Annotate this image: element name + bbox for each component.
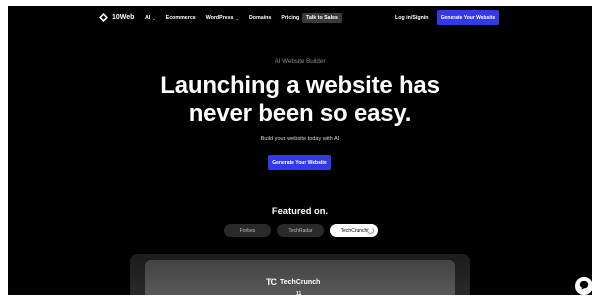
techcrunch-logo-text: TechCrunch [280,278,321,286]
techcrunch-logo: TC TechCrunch [266,277,320,287]
brand-name: 10Web [112,14,135,21]
techcrunch-logo-icon: TC [266,277,277,287]
tab-techcrunch[interactable]: TechCrunch [330,224,378,237]
nav-generate-website-button[interactable]: Generate Your Website [437,10,499,25]
hero-title-line-1: Launching a website has [160,72,440,99]
hero-title-line-2: never been so easy. [188,100,412,127]
hero-eyebrow: AI Website Builder [274,58,326,65]
page-frame: 10Web AI ⌄ Ecommerce WordPress ⌄ Domains… [8,6,592,295]
nav-item-ai[interactable]: AI ⌄ [145,15,156,21]
brand-logo[interactable]: 10Web [99,13,134,22]
hero-description: Build your website today with AI [260,136,340,142]
talk-to-sales-button[interactable]: Talk to Sales [302,13,342,23]
hero-generate-website-button[interactable]: Generate Your Website [268,155,331,170]
featured-card-number: 11 [296,291,302,295]
chevron-down-icon: ⌄ [235,15,239,21]
nav-item-label: AI [145,15,151,21]
nav-item-pricing[interactable]: Pricing [281,15,299,21]
spinner-icon [367,227,374,234]
tab-techradar[interactable]: TechRadar [277,224,324,237]
login-link[interactable]: Log in/Signin [395,15,429,21]
featured-tabs: Forbes TechRadar TechCrunch [224,224,378,237]
nav-item-ecommerce[interactable]: Ecommerce [166,15,196,21]
top-navigation: 10Web AI ⌄ Ecommerce WordPress ⌄ Domains… [8,6,592,30]
chat-icon [579,277,589,295]
featured-heading: Featured on. [271,205,329,216]
nav-item-label: WordPress [205,15,234,21]
tab-label: TechCrunch [340,227,368,234]
hero-title: Launching a website has never been so ea… [8,72,592,128]
chat-button[interactable] [574,276,592,295]
nav-item-label: Domains [248,15,272,21]
main-menu: AI ⌄ Ecommerce WordPress ⌄ Domains Prici… [145,15,299,21]
nav-item-wordpress[interactable]: WordPress ⌄ [206,15,239,21]
tab-forbes[interactable]: Forbes [224,224,271,237]
nav-item-domains[interactable]: Domains [249,15,271,21]
chevron-down-icon: ⌄ [152,15,156,21]
nav-item-label: Ecommerce [165,15,196,21]
10web-logo-icon [99,13,108,22]
nav-item-label: Pricing [281,15,300,21]
